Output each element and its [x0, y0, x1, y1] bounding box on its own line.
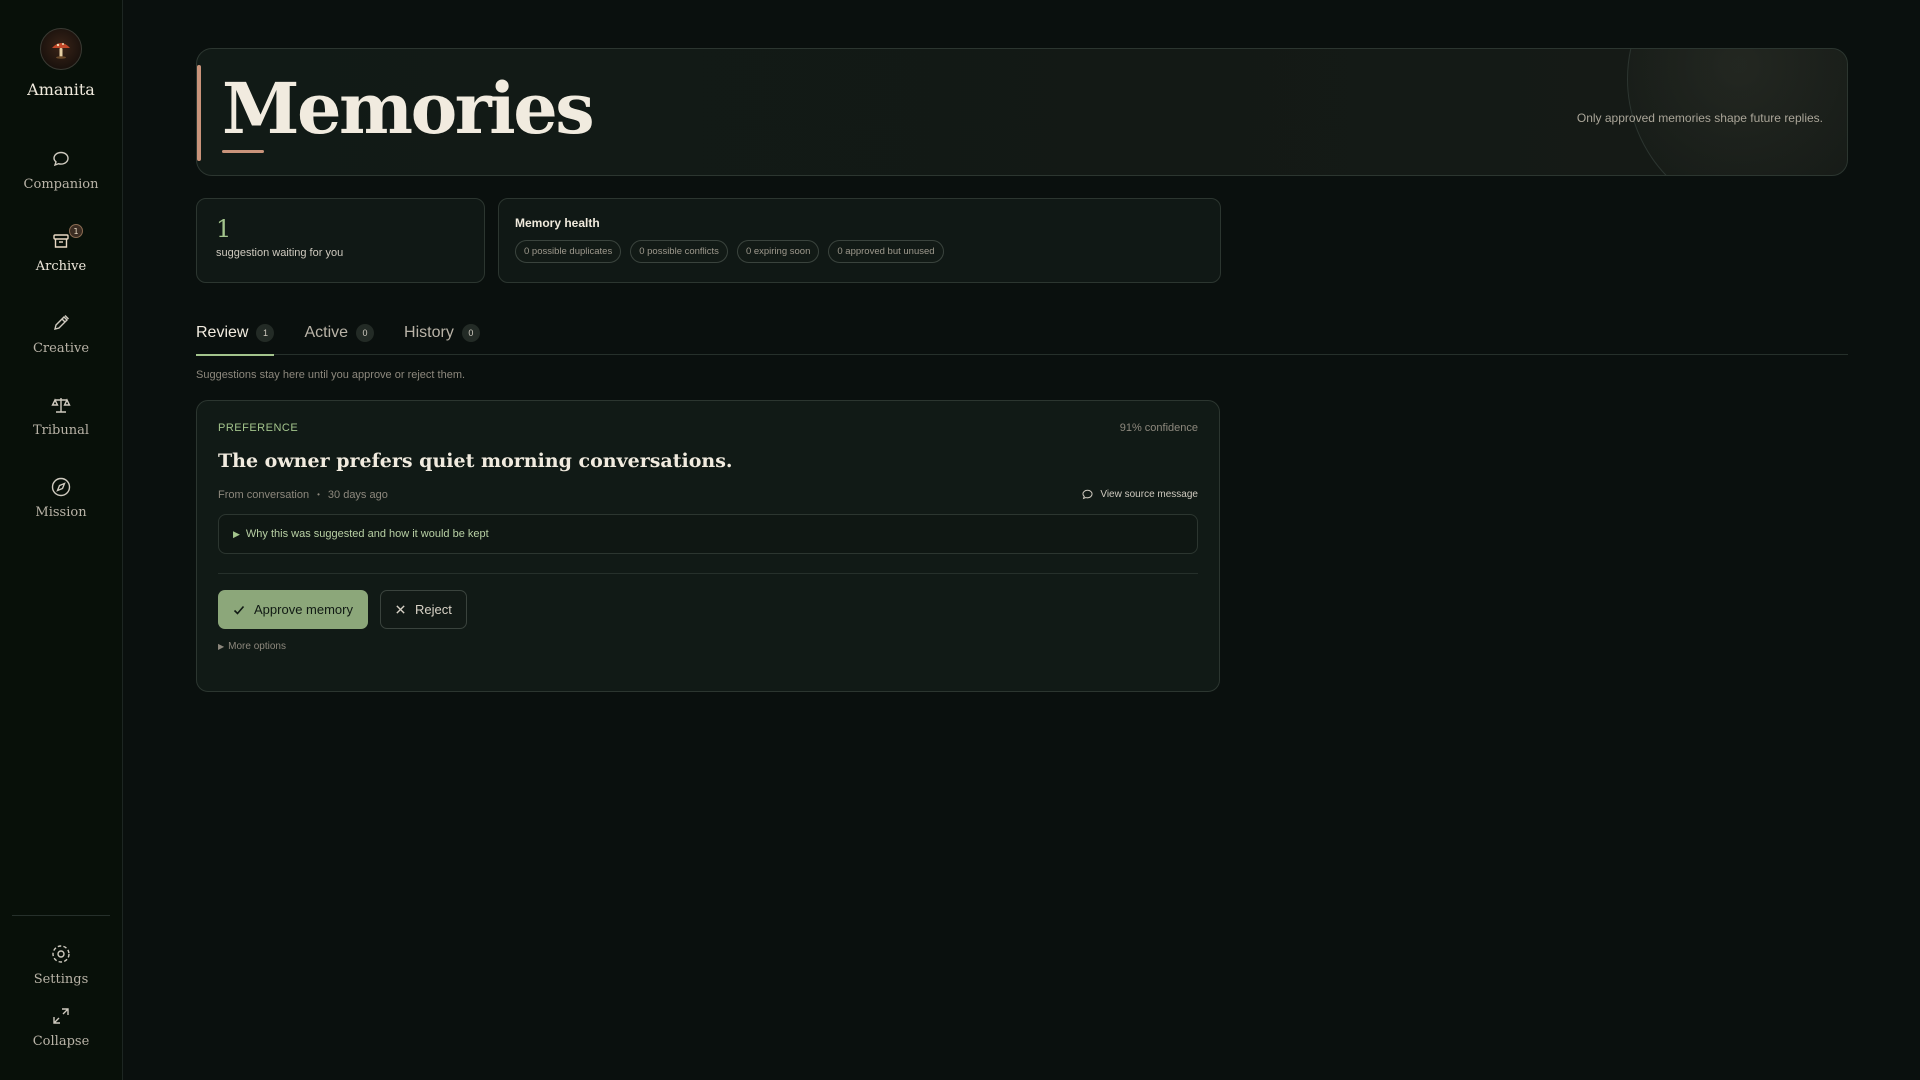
mushroom-icon: [52, 43, 70, 59]
approve-label: Approve memory: [254, 602, 353, 617]
memory-health-title: Memory health: [515, 216, 600, 230]
scales-icon: [50, 394, 72, 416]
archive-box-icon: 1: [50, 224, 83, 252]
nav-item-creative[interactable]: Creative: [11, 293, 111, 375]
nav-item-collapse[interactable]: Collapse: [11, 996, 111, 1058]
gear-icon: [50, 943, 72, 965]
chat-bubble-icon: [1082, 489, 1093, 500]
chip-unused[interactable]: 0 approved but unused: [828, 240, 944, 263]
expand-arrows-icon: [50, 1005, 72, 1027]
chat-bubble-icon: [50, 148, 72, 170]
suggestion-card: PREFERENCE 91% confidence The owner pref…: [196, 400, 1220, 692]
sidebar: Amanita Companion 1 Archive Creative Tri…: [0, 0, 123, 1080]
more-options-disclosure[interactable]: ▶ More options: [218, 641, 1198, 652]
nav-item-mission[interactable]: Mission: [11, 457, 111, 539]
nav-label: Archive: [35, 259, 87, 274]
reject-button[interactable]: Reject: [379, 590, 467, 629]
chip-expiring[interactable]: 0 expiring soon: [736, 240, 820, 263]
nav-item-archive[interactable]: 1 Archive: [11, 211, 111, 293]
memory-health-card: Memory health 0 possible duplicates 0 po…: [498, 198, 1221, 283]
tab-active[interactable]: Active 0: [304, 311, 375, 355]
suggestion-count: 1: [216, 215, 232, 243]
nav-label: Creative: [32, 341, 90, 356]
why-disclosure[interactable]: ▶ Why this was suggested and how it woul…: [218, 514, 1198, 554]
triangle-right-icon: ▶: [218, 642, 225, 651]
pen-icon: [50, 312, 72, 334]
meta-row: From conversation • 30 days ago View sou…: [218, 488, 1198, 501]
separator-dot: •: [317, 490, 320, 499]
card-actions: Approve memory Reject: [218, 590, 1198, 629]
triangle-right-icon: ▶: [233, 528, 240, 539]
hero-accent-bar: [197, 65, 201, 161]
card-divider: [218, 573, 1198, 574]
brand-name: Amanita: [27, 80, 95, 99]
check-icon: [233, 605, 245, 615]
view-source-label: View source message: [1100, 489, 1198, 500]
view-source-link[interactable]: View source message: [1081, 488, 1198, 501]
tab-review[interactable]: Review 1: [196, 311, 275, 356]
reject-label: Reject: [414, 602, 452, 617]
memory-age: 30 days ago: [327, 488, 388, 501]
nav-label: Collapse: [32, 1034, 90, 1049]
memory-source: From conversation: [218, 488, 310, 501]
sidebar-bottom: Settings Collapse: [12, 915, 110, 1058]
close-icon: [396, 605, 405, 614]
avatar[interactable]: [40, 28, 82, 70]
page-title: Memories: [222, 67, 595, 150]
nav-label: Tribunal: [32, 423, 90, 438]
nav-item-companion[interactable]: Companion: [11, 129, 111, 211]
nav-item-tribunal[interactable]: Tribunal: [11, 375, 111, 457]
nav-label: Companion: [23, 177, 99, 192]
memory-kind: PREFERENCE: [218, 422, 299, 434]
stats-row: 1 suggestion waiting for you Memory heal…: [196, 198, 1848, 283]
tab-label: History: [404, 323, 454, 341]
confidence-label: 91% confidence: [1119, 422, 1198, 434]
memory-text: The owner prefers quiet morning conversa…: [218, 450, 733, 472]
tab-history[interactable]: History 0: [404, 311, 480, 355]
nav-item-settings[interactable]: Settings: [11, 934, 111, 996]
archive-badge: 1: [69, 224, 83, 238]
page-subtitle: Only approved memories shape future repl…: [1576, 111, 1823, 125]
tab-count: 0: [461, 323, 480, 342]
suggestion-count-card: 1 suggestion waiting for you: [196, 198, 485, 283]
title-underline: [222, 150, 264, 153]
main-content: Memories Only approved memories shape fu…: [196, 48, 1848, 692]
memory-meta: From conversation • 30 days ago: [218, 489, 388, 501]
tab-hint: Suggestions stay here until you approve …: [196, 369, 466, 381]
tab-count: 0: [356, 323, 375, 342]
hero-banner: Memories Only approved memories shape fu…: [196, 48, 1848, 176]
compass-icon: [50, 476, 72, 498]
memory-tabs: Review 1 Active 0 History 0: [196, 311, 1848, 356]
nav-label: Settings: [33, 972, 89, 987]
nav-label: Mission: [35, 505, 87, 520]
chip-conflicts[interactable]: 0 possible conflicts: [630, 240, 728, 263]
approve-memory-button[interactable]: Approve memory: [218, 590, 368, 629]
more-options-label: More options: [228, 641, 286, 652]
tab-label: Review: [196, 323, 249, 341]
tab-label: Active: [304, 323, 349, 341]
chip-duplicates[interactable]: 0 possible duplicates: [515, 240, 622, 263]
main-nav: Companion 1 Archive Creative Tribunal Mi…: [11, 129, 111, 539]
tab-count: 1: [256, 323, 275, 342]
why-label: Why this was suggested and how it would …: [245, 528, 489, 540]
health-chips: 0 possible duplicates 0 possible conflic…: [515, 240, 1204, 263]
card-header: PREFERENCE 91% confidence: [218, 422, 1198, 434]
brand: Amanita: [27, 28, 95, 99]
suggestion-count-label: suggestion waiting for you: [216, 247, 344, 259]
